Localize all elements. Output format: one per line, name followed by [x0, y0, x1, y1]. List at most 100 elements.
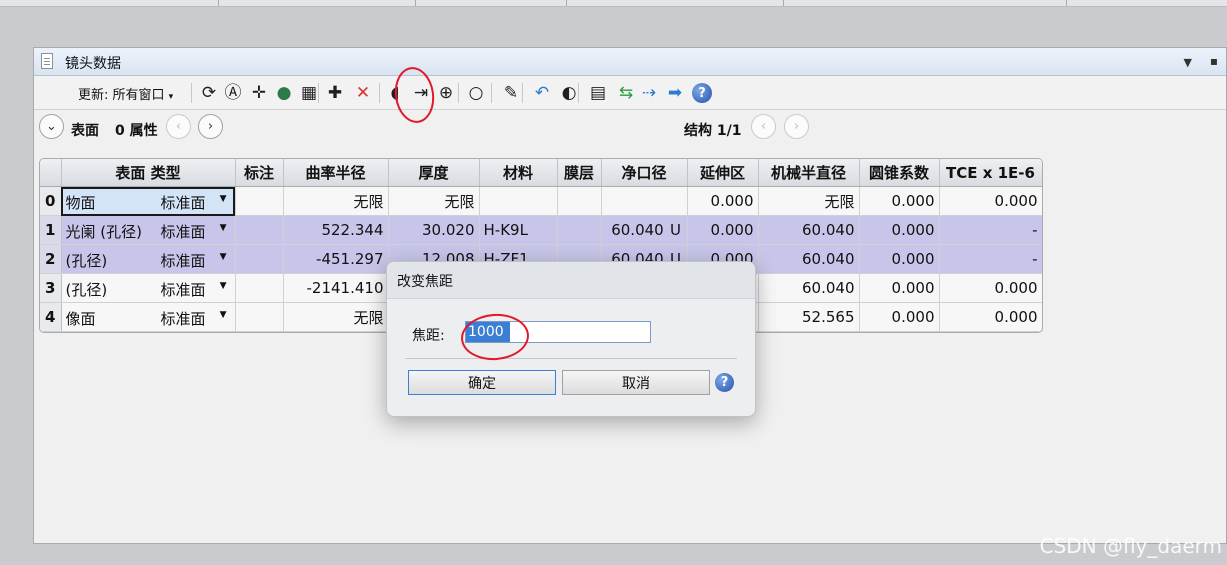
- column-header[interactable]: 标注: [235, 159, 284, 187]
- surface-name: 物面: [65, 194, 96, 212]
- surface-type-dropdown-icon[interactable]: ▼: [220, 223, 227, 233]
- focal-length-label: 焦距:: [412, 328, 445, 344]
- cell-comment[interactable]: [235, 273, 284, 303]
- cell-material[interactable]: H-K9L: [479, 215, 558, 245]
- column-header[interactable]: 表面 类型: [61, 159, 236, 187]
- collapse-icon[interactable]: ⇢: [638, 82, 660, 104]
- cell-tce[interactable]: 0.000: [939, 186, 1042, 216]
- cell-conic[interactable]: 0.000: [859, 215, 940, 245]
- aperture-icon[interactable]: ⊕: [435, 82, 457, 104]
- cell-thickness[interactable]: 无限: [388, 186, 480, 216]
- circle-icon[interactable]: ○: [465, 82, 487, 104]
- column-header[interactable]: 厚度: [388, 159, 480, 187]
- cell-comment[interactable]: [235, 302, 284, 332]
- next-surface-button[interactable]: ›: [198, 114, 223, 139]
- cell-clear[interactable]: 60.040 U: [601, 215, 688, 245]
- cell-radius[interactable]: 无限: [283, 302, 389, 332]
- cell-mech[interactable]: 52.565: [758, 302, 860, 332]
- table-row[interactable]: 0 物面 标准面 ▼ 无限 无限 0.000 无限 0.000 0.000: [40, 186, 1042, 216]
- cell-tce[interactable]: -: [939, 215, 1042, 245]
- cell-radius[interactable]: -2141.410: [283, 273, 389, 303]
- column-header[interactable]: 圆锥系数: [859, 159, 940, 187]
- toggle-icon[interactable]: ◐: [558, 82, 580, 104]
- auto-update-icon[interactable]: Ⓐ: [222, 82, 244, 104]
- row-number[interactable]: 0: [40, 186, 62, 216]
- cell-comment[interactable]: [235, 186, 284, 216]
- surface-type: 标准面: [160, 252, 206, 270]
- row-number[interactable]: 3: [40, 273, 62, 303]
- delete-surface-icon[interactable]: ✕: [352, 82, 374, 104]
- cell-mech[interactable]: 60.040: [758, 273, 860, 303]
- column-header[interactable]: TCE x 1E-6: [939, 159, 1042, 187]
- next-structure-button[interactable]: ›: [784, 114, 809, 139]
- refresh-icon[interactable]: ⟳: [198, 82, 220, 104]
- cell-tce[interactable]: 0.000: [939, 302, 1042, 332]
- surface-type-dropdown-icon[interactable]: ▼: [220, 194, 227, 204]
- cell-conic[interactable]: 0.000: [859, 186, 940, 216]
- surface-type-cell[interactable]: (孔径) 标准面 ▼: [61, 244, 236, 274]
- window-title: 镜头数据: [65, 56, 121, 72]
- cell-mech[interactable]: 60.040: [758, 244, 860, 274]
- surface-type-cell[interactable]: 物面 标准面 ▼: [61, 186, 236, 216]
- prev-surface-button[interactable]: ‹: [166, 114, 191, 139]
- cell-chip[interactable]: 0.000: [687, 215, 759, 245]
- column-header[interactable]: 曲率半径: [283, 159, 389, 187]
- cell-clear[interactable]: [601, 186, 688, 216]
- table-row[interactable]: 1 光阑 (孔径) 标准面 ▼ 522.344 30.020 H-K9L 60.040 U 0.…: [40, 215, 1042, 245]
- glass-icon[interactable]: ▦: [298, 82, 320, 104]
- cell-mech[interactable]: 60.040: [758, 215, 860, 245]
- surface-type-dropdown-icon[interactable]: ▼: [220, 252, 227, 262]
- row-number[interactable]: 2: [40, 244, 62, 274]
- surface-type-cell[interactable]: 光阑 (孔径) 标准面 ▼: [61, 215, 236, 245]
- cell-radius[interactable]: 无限: [283, 186, 389, 216]
- edit-icon[interactable]: ✎: [500, 82, 522, 104]
- solve-flag[interactable]: U: [669, 221, 683, 239]
- cell-material[interactable]: [479, 186, 558, 216]
- cell-chip[interactable]: 0.000: [687, 186, 759, 216]
- cell-mech[interactable]: 无限: [758, 186, 860, 216]
- cell-conic[interactable]: 0.000: [859, 244, 940, 274]
- ok-button[interactable]: 确定: [408, 370, 556, 395]
- arrow-right-icon[interactable]: ➡: [664, 82, 686, 104]
- surface-name: 光阑 (孔径): [65, 223, 142, 241]
- undo-icon[interactable]: ↶: [531, 82, 553, 104]
- cell-conic[interactable]: 0.000: [859, 273, 940, 303]
- column-header[interactable]: [40, 159, 62, 187]
- cell-thickness[interactable]: 30.020: [388, 215, 480, 245]
- surface-type-cell[interactable]: (孔径) 标准面 ▼: [61, 273, 236, 303]
- red-annotation-dialog: [459, 311, 531, 363]
- globe-icon[interactable]: ●: [273, 82, 295, 104]
- row-number[interactable]: 4: [40, 302, 62, 332]
- cell-comment[interactable]: [235, 244, 284, 274]
- document-icon[interactable]: ▤: [587, 82, 609, 104]
- column-header[interactable]: 材料: [479, 159, 558, 187]
- help-icon[interactable]: ?: [715, 373, 734, 392]
- crosshair-icon[interactable]: ✛: [248, 82, 270, 104]
- pin-icon[interactable]: ▪: [1210, 54, 1218, 68]
- row-number[interactable]: 1: [40, 215, 62, 245]
- cell-tce[interactable]: -: [939, 244, 1042, 274]
- expand-chevron-icon[interactable]: ⌄: [39, 114, 64, 139]
- surface-type-dropdown-icon[interactable]: ▼: [220, 310, 227, 320]
- cell-comment[interactable]: [235, 215, 284, 245]
- prev-structure-button[interactable]: ‹: [751, 114, 776, 139]
- cell-coating[interactable]: [557, 215, 602, 245]
- surface-type-cell[interactable]: 像面 标准面 ▼: [61, 302, 236, 332]
- window-titlebar: 镜头数据 ▼ ▪: [34, 48, 1226, 76]
- cell-tce[interactable]: 0.000: [939, 273, 1042, 303]
- surface-type-dropdown-icon[interactable]: ▼: [220, 281, 227, 291]
- column-header[interactable]: 机械半直径: [758, 159, 860, 187]
- swap-icon[interactable]: ⇆: [615, 82, 637, 104]
- cell-coating[interactable]: [557, 186, 602, 216]
- cell-radius[interactable]: 522.344: [283, 215, 389, 245]
- cancel-button[interactable]: 取消: [562, 370, 710, 395]
- column-header[interactable]: 延伸区: [687, 159, 759, 187]
- insert-surface-icon[interactable]: ✚: [324, 82, 346, 104]
- column-header[interactable]: 膜层: [557, 159, 602, 187]
- help-icon[interactable]: ?: [692, 83, 712, 103]
- cell-radius[interactable]: -451.297: [283, 244, 389, 274]
- cell-conic[interactable]: 0.000: [859, 302, 940, 332]
- column-header[interactable]: 净口径: [601, 159, 688, 187]
- window-menu-dropdown-icon[interactable]: ▼: [1184, 56, 1192, 69]
- update-all-windows-dropdown[interactable]: 更新: 所有窗口 ▾: [78, 84, 173, 103]
